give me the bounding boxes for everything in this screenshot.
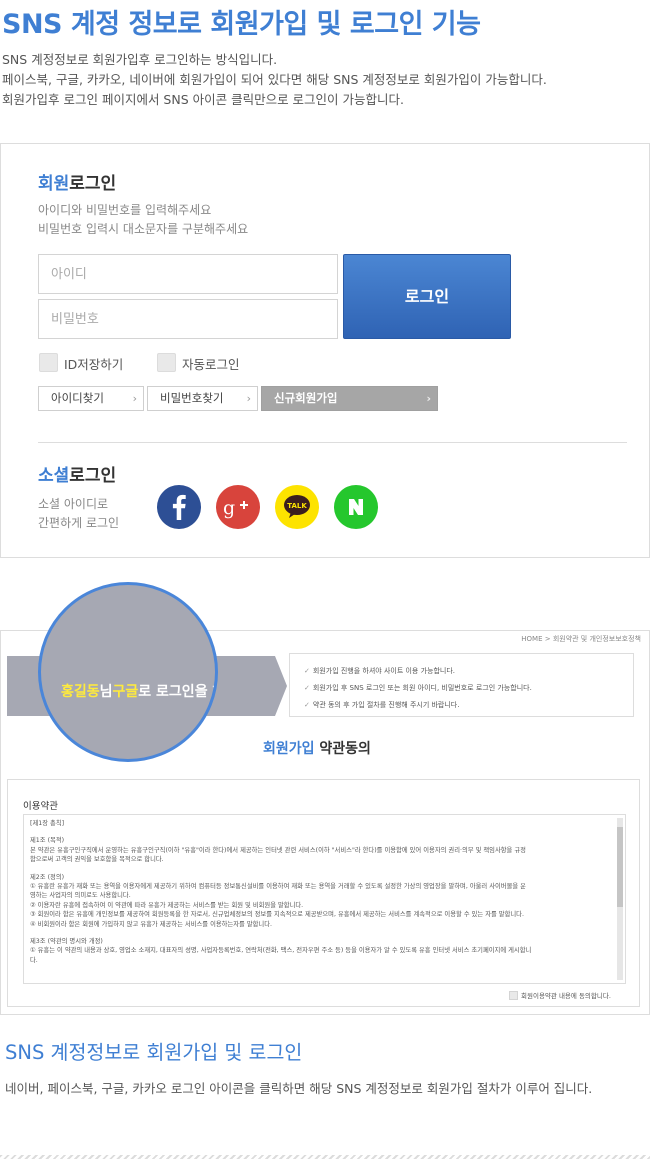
social-title-main: 로그인 [69,466,117,486]
find-password-label: 비밀번호찾기 [160,391,224,405]
terms-line: ① 유흥란 유흥가 재화 또는 용역을 이용자에게 제공하기 위하여 컴퓨터등 … [30,883,526,891]
find-password-button[interactable]: 비밀번호찾기 › [147,386,258,411]
agree-checkbox[interactable] [509,991,518,1000]
terms-line: 함으로써 고객의 권익을 보호함을 목적으로 합니다. [30,856,164,864]
password-input[interactable] [38,299,338,339]
notice-text: 회원가입 진행을 하셔야 사이트 이용 가능합니다. [312,667,456,675]
kakao-talk-icon[interactable]: TALK [275,485,319,529]
notice-text: 회원가입 후 SNS 로그인 또는 회원 아이디, 비밀번호로 로그인 가능합니… [312,684,532,692]
social-desc: 소셜 아이디로 간편하게 로그인 [38,495,119,533]
terms-line: 제2조 (정의) [30,873,65,881]
login-desc: 아이디와 비밀번호를 입력해주세요 비밀번호 입력시 대소문자를 구분해주세요 [38,201,248,239]
social-desc-line: 간편하게 로그인 [38,516,120,530]
chevron-right-icon: › [426,392,431,405]
magnifier-circle: 홍길동님구글로 로그인을 하 [38,582,218,762]
magnifier-text: 홍길동님구글로 로그인을 하 [61,681,218,701]
terms-line: ③ 회원이라 함은 유흥에 개인정보를 제공하여 회원등록을 한 자로서, 신규… [30,911,524,919]
notice-box: ✓ 회원가입 진행을 하셔야 사이트 이용 가능합니다. ✓ 회원가입 후 SNS … [289,653,634,717]
breadcrumb: HOME > 회원약관 및 개인정보보호정책 [521,635,641,643]
agree-label: 회원이용약관 내용에 동의합니다. [521,992,611,1000]
terms-line: [제1장 총칙] [30,820,65,827]
social-login-title: 소셜로그인 [38,461,116,486]
user-name: 홍길동 [61,684,100,700]
terms-line: 다. [30,956,38,964]
naver-glyph [349,499,363,515]
terms-gap [30,929,619,937]
intro-line: 페이스북, 구글, 카카오, 네이버에 회원가입이 되어 있다면 해당 SNS … [2,72,547,87]
terms-gap [30,865,619,873]
terms-line: 제1조 (목적) [30,837,65,845]
naver-icon[interactable] [334,485,378,529]
terms-line: ① 유흥는 이 약관의 내용과 상호, 영업소 소재지, 대표자의 성명, 사업… [30,947,532,955]
intro-line: SNS 계정정보로 회원가입후 로그인하는 방식입니다. [2,52,278,67]
kakao-talk-glyph: TALK [284,495,310,518]
terms-box: 이용약관 [제1장 총칙] 제1조 (목적) 본 약관은 유흥구인구직에서 운영하는… [7,779,640,1007]
step-banner-arrow [275,656,287,716]
login-desc-line: 비밀번호 입력시 대소문자를 구분해주세요 [38,222,249,236]
page-title: SNS 계정 정보로 회원가입 및 로그인 기능 [2,9,481,40]
google-plus-glyph: g [223,497,248,519]
terms-gap [30,828,619,836]
check-icon: ✓ [304,684,310,692]
login-title: 회원로그인 [38,169,116,194]
magnifier-text-part: 님 [99,684,113,700]
social-desc-line: 소셜 아이디로 [38,497,109,511]
section-title: SNS 계정정보로 회원가입 및 로그인 [5,1041,303,1064]
terms-line: ② 이용자란 유흥에 접속하여 이 약관에 따라 유흥가 제공하는 서비스를 받… [30,901,304,909]
facebook-icon[interactable] [157,485,201,529]
svg-text:TALK: TALK [287,502,307,510]
terms-line: 본 약관은 유흥구인구직에서 운영하는 유흥구인구직(이하 "유흥"이라 한다)… [30,846,526,854]
terms-textarea[interactable]: [제1장 총칙] 제1조 (목적) 본 약관은 유흥구인구직에서 운영하는 유흥구인… [23,814,626,984]
section-text: 네이버, 페이스북, 구글, 카카오 로그인 아이콘을 클릭하면 해당 SNS … [5,1081,593,1096]
login-title-accent: 회원 [38,174,70,194]
check-icon: ✓ [304,701,310,709]
magnifier-text-part: 로 로그인을 하 [138,684,218,700]
login-desc-line: 아이디와 비밀번호를 입력해주세요 [38,203,212,217]
facebook-glyph [172,494,186,520]
login-panel: 회원로그인 아이디와 비밀번호를 입력해주세요 비밀번호 입력시 대소문자를 구… [0,143,650,558]
terms-line: 영하는 사업자의 의미로도 사용합니다. [30,892,131,900]
notice-item: ✓ 회원가입 진행을 하셔야 사이트 이용 가능합니다. [304,666,455,676]
find-id-label: 아이디찾기 [51,391,104,405]
dashed-divider [0,1155,650,1159]
terms-page-title-main: 약관동의 [314,741,371,757]
intro-text: SNS 계정정보로 회원가입후 로그인하는 방식입니다. 페이스북, 구글, 카… [2,50,547,110]
terms-heading: 이용약관 [23,801,58,812]
terms-line: 제3조 (약관의 명시와 개정) [30,938,103,946]
login-title-main: 로그인 [69,174,117,194]
notice-item: ✓ 약관 동의 후 가입 절차를 진행해 주시기 바랍니다. [304,700,459,710]
terms-page-title-accent: 회원가입 [263,741,315,757]
chevron-right-icon: › [132,392,137,405]
find-id-button[interactable]: 아이디찾기 › [38,386,144,411]
save-id-label: ID저장하기 [64,357,124,372]
divider [38,442,627,443]
notice-text: 약관 동의 후 가입 절차를 진행해 주시기 바랍니다. [312,701,460,709]
save-id-checkbox[interactable] [39,353,58,372]
signup-label: 신규회원가입 [274,391,338,405]
svg-text:g: g [223,497,235,519]
google-plus-icon[interactable]: g [216,485,260,529]
scrollbar-thumb[interactable] [617,827,623,907]
terms-line: ④ 비회원이라 함은 회원에 가입하지 않고 유흥가 제공하는 서비스를 이용하… [30,920,273,928]
id-input[interactable] [38,254,338,294]
notice-item: ✓ 회원가입 후 SNS 로그인 또는 회원 아이디, 비밀번호로 로그인 가능합… [304,683,532,693]
auto-login-label: 자동로그인 [182,357,240,372]
provider-name: 구글 [112,684,139,700]
check-icon: ✓ [304,667,310,675]
auto-login-checkbox[interactable] [157,353,176,372]
intro-line: 회원가입후 로그인 페이지에서 SNS 아이콘 클릭만으로 로그인이 가능합니다… [2,92,405,107]
signup-button[interactable]: 신규회원가입 › [261,386,438,411]
chevron-right-icon: › [246,392,251,405]
terms-page-title: 회원가입 약관동의 [263,738,371,758]
login-button[interactable]: 로그인 [343,254,511,339]
social-title-accent: 소셜 [38,466,70,486]
